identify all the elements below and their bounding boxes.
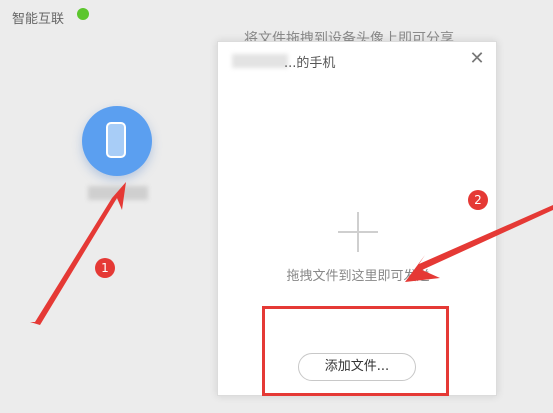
annotation-arrow-1 xyxy=(30,182,126,325)
step-badge-1: 1 xyxy=(95,258,115,278)
annotation-arrow-2 xyxy=(405,205,553,282)
step-badge-2: 2 xyxy=(468,190,488,210)
